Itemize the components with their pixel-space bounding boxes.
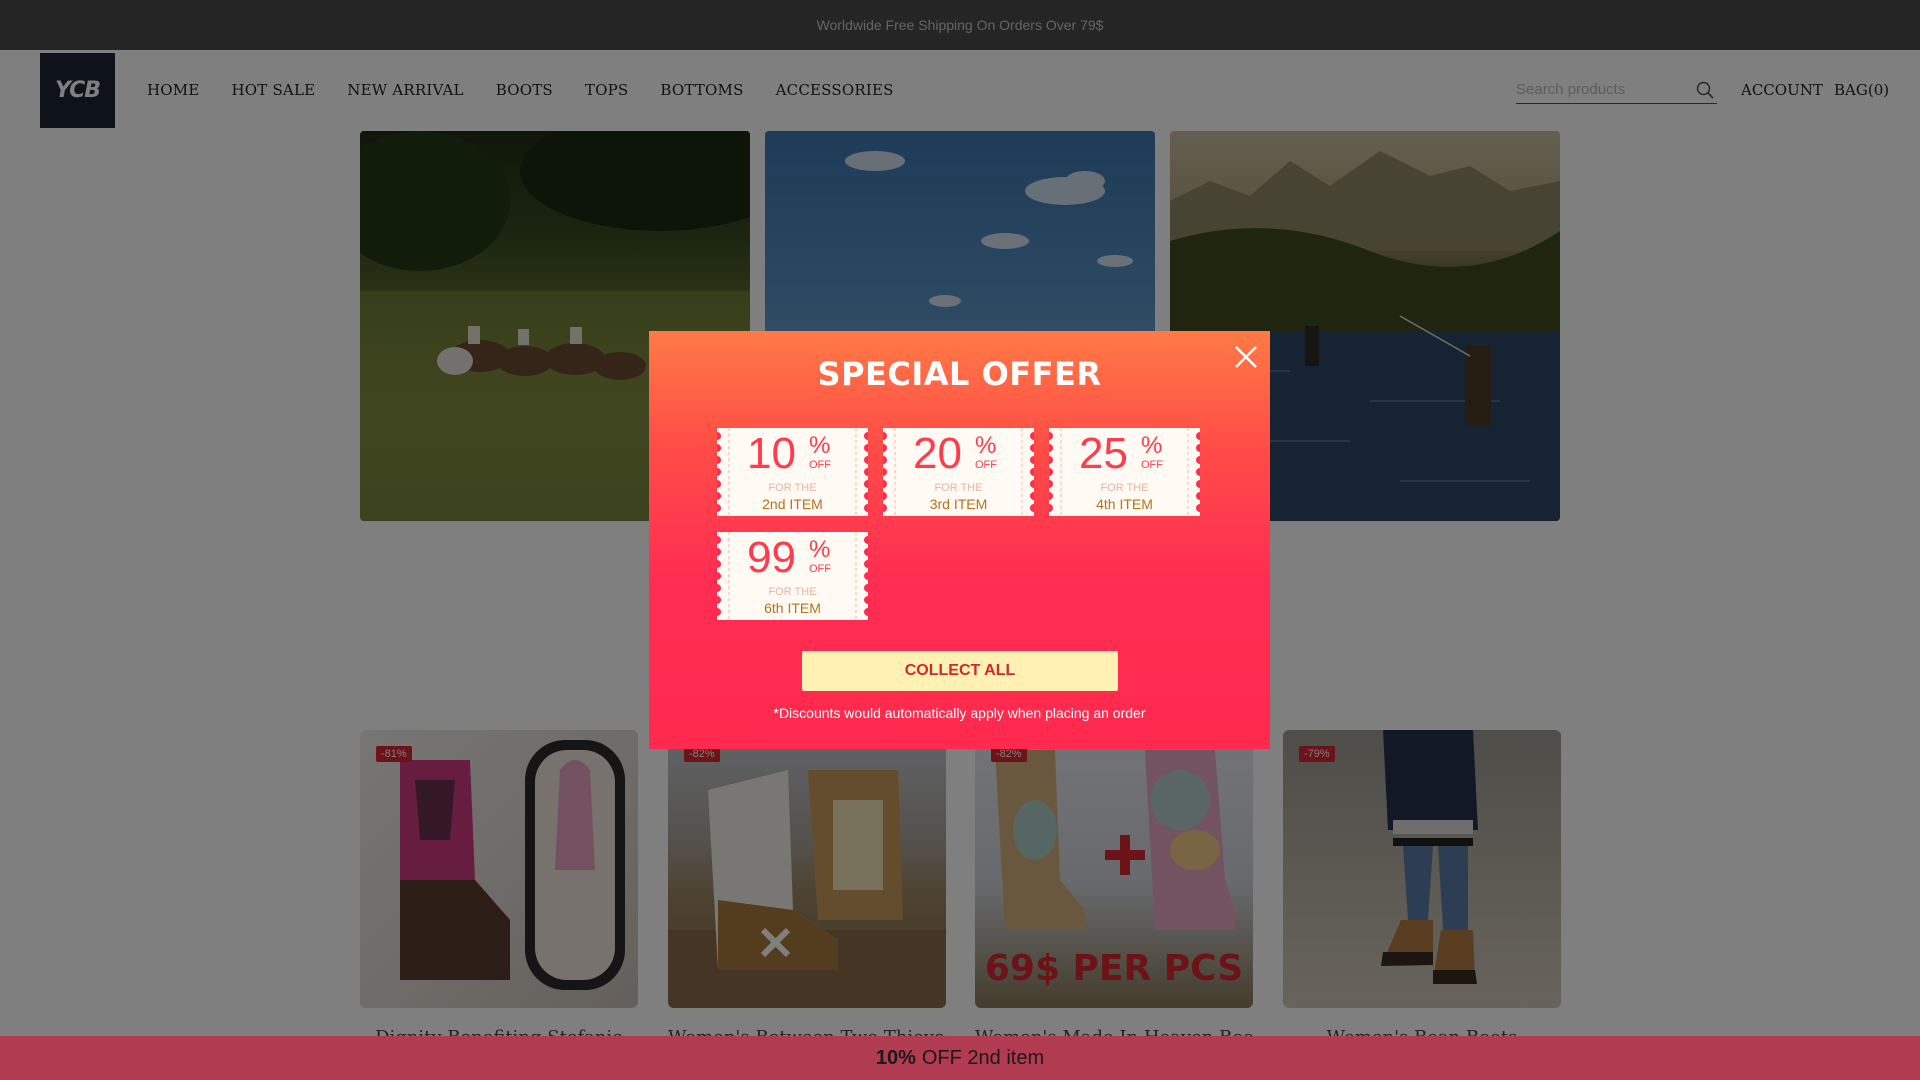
coupon-card[interactable]: 20 % OFF FOR THE 3rd ITEM (883, 428, 1034, 516)
coupon-percent: % (809, 536, 831, 563)
coupon-item: 3rd ITEM (929, 496, 988, 512)
coupon-percent: % (975, 432, 997, 459)
coupon-value: 99 (747, 533, 796, 582)
coupon-for-label: FOR THE (768, 586, 817, 598)
collect-all-button[interactable]: COLLECT ALL (802, 651, 1118, 691)
coupon-for-label: FOR THE (1100, 482, 1149, 494)
coupon-item: 4th ITEM (1096, 496, 1153, 512)
coupon-card[interactable]: 10 % OFF FOR THE 2nd ITEM (717, 428, 868, 516)
coupon-off: OFF (975, 459, 997, 471)
coupon-item: 2nd ITEM (762, 496, 823, 512)
coupon-item: 6th ITEM (764, 600, 821, 616)
coupon-percent: % (809, 432, 831, 459)
offer-text: OFF 2nd item (921, 1046, 1045, 1069)
coupon-off: OFF (1141, 459, 1163, 471)
coupon-off: OFF (809, 563, 831, 575)
coupon-value: 25 (1079, 429, 1128, 478)
coupon-for-label: FOR THE (934, 482, 983, 494)
coupon-card[interactable]: 99 % OFF FOR THE 6th ITEM (717, 532, 868, 620)
coupon-card[interactable]: 25 % OFF FOR THE 4th ITEM (1049, 428, 1200, 516)
discount-note: *Discounts would automatically apply whe… (773, 705, 1146, 721)
modal-title: SPECIAL OFFER (817, 355, 1102, 393)
coupon-value: 20 (913, 429, 962, 478)
offer-sticky-bar[interactable]: 10% OFF 2nd item (0, 1036, 1920, 1080)
coupon-percent: % (1141, 432, 1163, 459)
coupon-value: 10 (747, 429, 796, 478)
special-offer-modal: SPECIAL OFFER 10 % OFF FOR THE 2nd ITEM … (649, 331, 1270, 749)
close-icon[interactable] (1232, 343, 1260, 371)
offer-percent: 10% (875, 1046, 916, 1069)
coupon-off: OFF (809, 459, 831, 471)
coupon-for-label: FOR THE (768, 482, 817, 494)
